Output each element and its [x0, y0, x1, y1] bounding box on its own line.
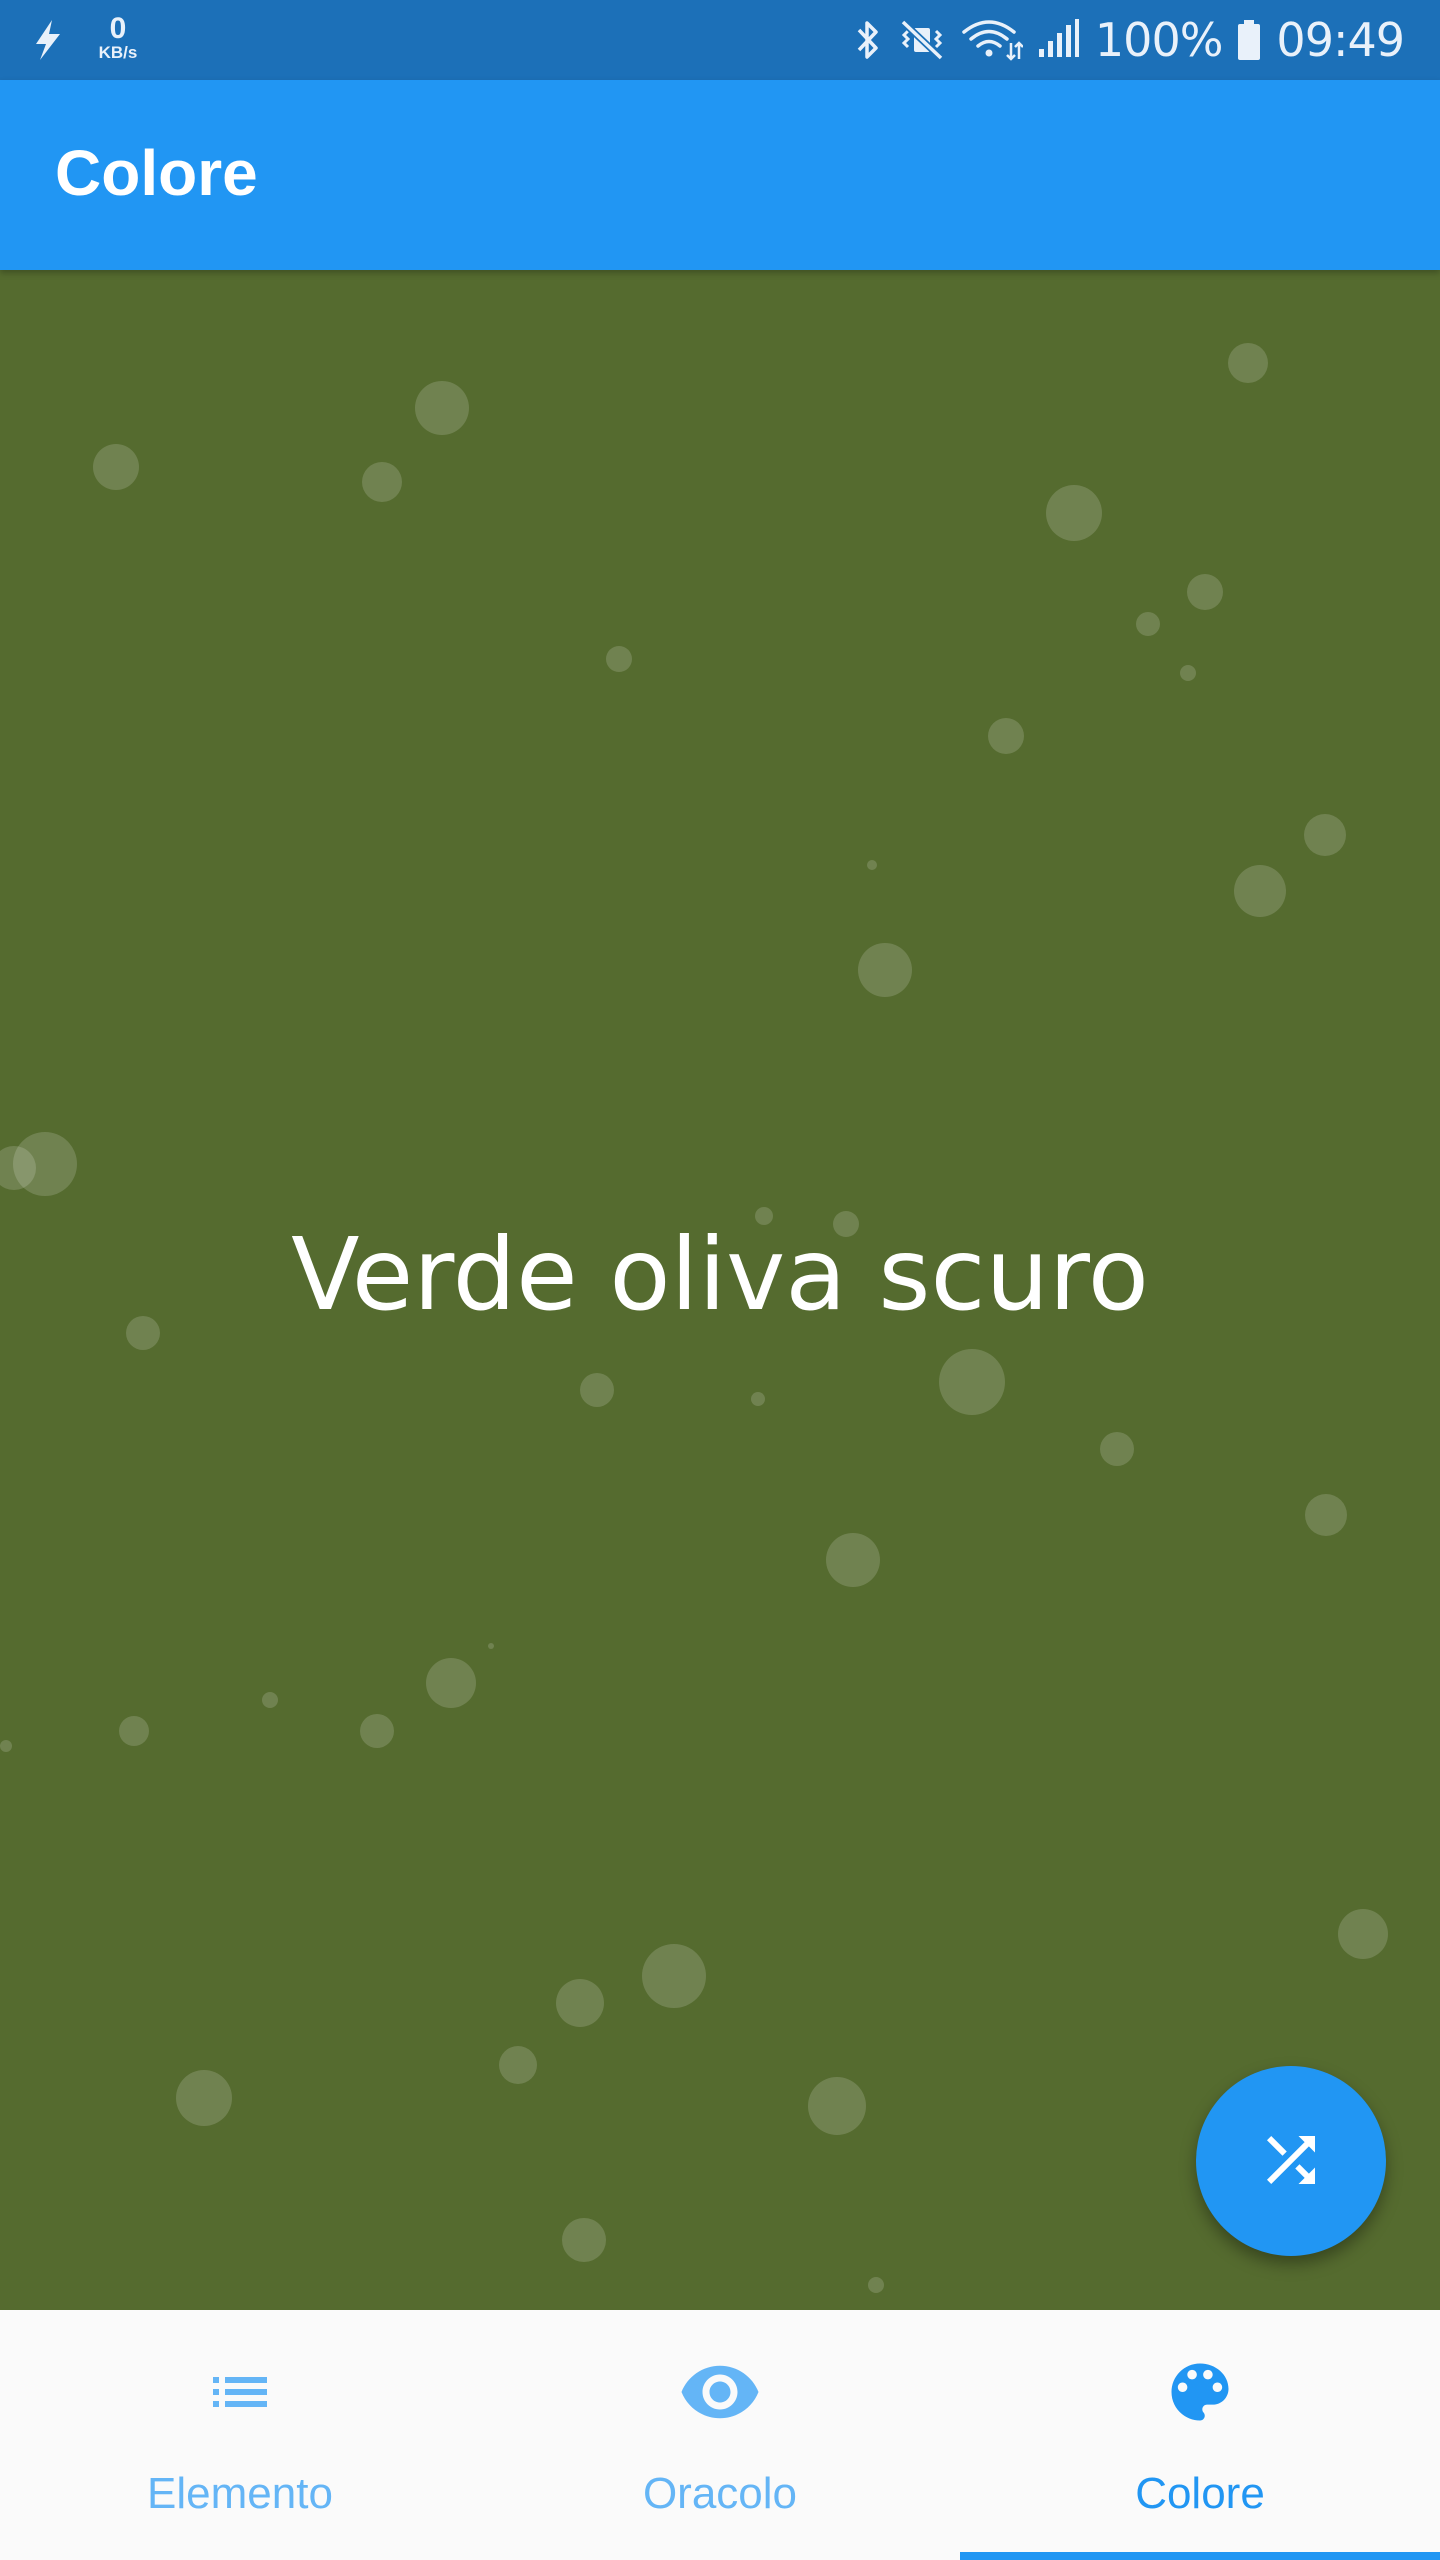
nav-label-elemento: Elemento	[147, 2469, 333, 2518]
bottom-navigation: Elemento Oracolo Colore	[0, 2310, 1440, 2560]
clock: 09:49	[1276, 13, 1405, 67]
status-bar: 0 KB/s 100% 09:49	[0, 0, 1440, 80]
bluetooth-icon	[853, 17, 883, 63]
eye-icon	[480, 2352, 960, 2432]
app-bar: Colore	[0, 80, 1440, 270]
active-tab-indicator	[960, 2552, 1440, 2560]
battery-icon	[1236, 17, 1262, 63]
list-icon	[0, 2352, 480, 2432]
lightning-icon	[30, 18, 64, 62]
nav-item-oracolo[interactable]: Oracolo	[480, 2310, 960, 2560]
status-right: 100% 09:49	[853, 0, 1405, 80]
status-left: 0 KB/s	[30, 10, 137, 70]
palette-icon	[960, 2352, 1440, 2432]
shuffle-button[interactable]	[1196, 2066, 1386, 2256]
nav-label-oracolo: Oracolo	[642, 2469, 798, 2518]
color-name: Verde oliva scuro	[291, 1216, 1149, 1333]
wifi-icon	[961, 17, 1023, 63]
network-speed-value: 0	[109, 12, 127, 45]
network-speed-unit: KB/s	[98, 43, 138, 62]
shuffle-icon	[1255, 2124, 1327, 2199]
battery-percentage: 100%	[1094, 13, 1224, 67]
color-display: Verde oliva scuro	[0, 270, 1440, 2310]
signal-icon	[1037, 17, 1081, 63]
nav-item-colore[interactable]: Colore	[960, 2310, 1440, 2560]
mute-vibrate-icon	[897, 17, 947, 63]
network-speed: 0 KB/s	[88, 10, 148, 62]
nav-label-colore: Colore	[1135, 2469, 1265, 2518]
nav-item-elemento[interactable]: Elemento	[0, 2310, 480, 2560]
page-title: Colore	[55, 137, 258, 209]
